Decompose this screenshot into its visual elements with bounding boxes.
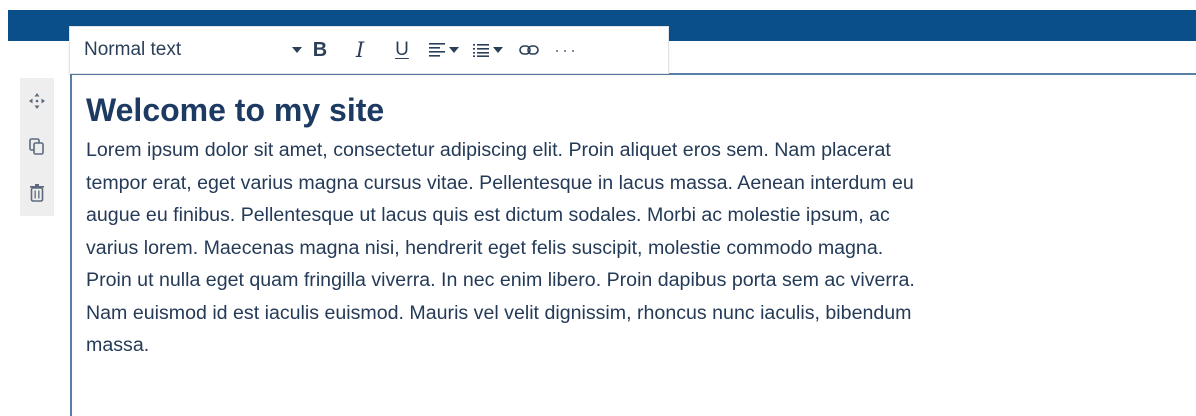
align-left-icon [429,43,445,57]
align-dropdown-button[interactable] [422,30,466,70]
body-paragraph[interactable]: Lorem ipsum dolor sit amet, consectetur … [86,134,1186,362]
more-options-button[interactable]: ··· [548,30,584,70]
paragraph-line: Proin ut nulla eget quam fringilla viver… [86,269,915,291]
chevron-down-icon [449,47,459,53]
chevron-down-icon [292,47,302,53]
italic-button[interactable]: I [338,30,382,70]
move-icon [29,93,45,109]
text-block-content[interactable]: Welcome to my site Lorem ipsum dolor sit… [86,86,1186,362]
text-style-dropdown[interactable]: Normal text [70,39,302,61]
paragraph-line: augue eu finibus. Pellentesque ut lacus … [86,204,890,226]
delete-icon [30,184,44,202]
list-dropdown-button[interactable] [466,30,510,70]
paragraph-line: Lorem ipsum dolor sit amet, consectetur … [86,139,891,161]
underline-button[interactable]: U [382,30,422,70]
bold-button[interactable]: B [302,30,338,70]
formatting-toolbar: Normal text B I U ··· [69,26,669,74]
paragraph-line: varius lorem. Maecenas magna nisi, hendr… [86,236,884,259]
paragraph-line: Nam euismod id est iaculis euismod. Maur… [86,301,912,324]
page-heading[interactable]: Welcome to my site [86,86,1186,130]
link-icon [519,45,539,55]
delete-block-button[interactable] [20,170,54,216]
duplicate-block-button[interactable] [20,124,54,170]
paragraph-line: tempor erat, eget varius magna cursus vi… [86,171,914,194]
paragraph-line: massa. [86,334,150,356]
duplicate-icon [29,138,44,155]
move-block-button[interactable] [20,78,54,124]
block-side-toolbar [20,78,54,216]
insert-link-button[interactable] [510,30,548,70]
text-style-label: Normal text [84,39,182,60]
list-icon [473,43,489,57]
chevron-down-icon [493,47,503,53]
